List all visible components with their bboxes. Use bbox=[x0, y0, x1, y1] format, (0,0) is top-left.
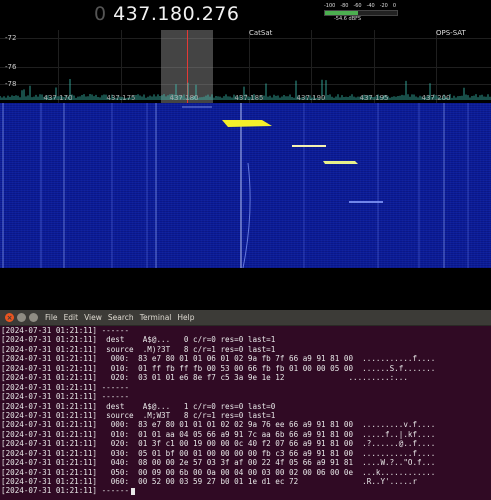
terminal-line-last: [2024-07-31 01:21:11] ------ bbox=[1, 486, 490, 495]
freq-tick-label: 437.180 bbox=[169, 94, 199, 102]
menu-file[interactable]: File bbox=[45, 313, 58, 322]
menu-edit[interactable]: Edit bbox=[64, 313, 79, 322]
terminal-line: [2024-07-31 01:21:11] 050: 00 09 00 6b 0… bbox=[1, 467, 436, 477]
spectrum-plot[interactable]: -72 -76 -78 0 437.180.276 -100 -80 -60 -… bbox=[0, 0, 491, 103]
waterfall-footer bbox=[0, 268, 491, 310]
terminal-line: [2024-07-31 01:21:11] dest A$@... 1 c/r=… bbox=[1, 401, 276, 411]
terminal-window[interactable]: × File Edit View Search Terminal Help [2… bbox=[0, 310, 491, 500]
menu-items: File Edit View Search Terminal Help bbox=[45, 313, 201, 322]
terminal-output[interactable]: [2024-07-31 01:21:11] ------ [2024-07-31… bbox=[1, 326, 490, 498]
terminal-line: [2024-07-31 01:21:11] 040: 08 00 00 2e 5… bbox=[1, 458, 436, 468]
signal-burst bbox=[323, 161, 358, 164]
signal-burst bbox=[349, 201, 383, 203]
doppler-trace bbox=[242, 162, 251, 268]
menu-terminal[interactable]: Terminal bbox=[140, 313, 172, 322]
menu-help[interactable]: Help bbox=[177, 313, 194, 322]
terminal-line: [2024-07-31 01:21:11] 060: 00 52 00 03 5… bbox=[1, 477, 418, 486]
terminal-line: [2024-07-31 01:21:11] 010: 01 ff fb ff f… bbox=[1, 363, 436, 373]
terminal-line: [2024-07-31 01:21:11] 020: 01 3f c1 00 1… bbox=[1, 439, 436, 449]
terminal-line: [2024-07-31 01:21:11] ------ bbox=[1, 392, 130, 402]
terminal-line: [2024-07-31 01:21:11] ------ bbox=[1, 382, 130, 392]
sdr-receiver-panel: -72 -76 -78 0 437.180.276 -100 -80 -60 -… bbox=[0, 0, 491, 310]
freq-tick-label: 437.170 bbox=[43, 94, 73, 102]
close-button[interactable]: × bbox=[5, 313, 14, 322]
waterfall-signals bbox=[2, 103, 469, 268]
terminal-line: [2024-07-31 01:21:11] 000: 83 e7 80 01 0… bbox=[1, 420, 436, 430]
terminal-line: [2024-07-31 01:21:11] 010: 01 01 aa 04 0… bbox=[1, 429, 436, 439]
terminal-line: [2024-07-31 01:21:11] 000: 83 e7 80 01 0… bbox=[1, 354, 436, 364]
terminal-line: [2024-07-31 01:21:11] ------ bbox=[1, 326, 130, 335]
terminal-line: [2024-07-31 01:21:11] 020: 03 01 01 e6 8… bbox=[1, 373, 408, 383]
freq-tick-label: 437.200 bbox=[421, 94, 451, 102]
signal-burst bbox=[222, 120, 272, 127]
terminal-line-text: [2024-07-31 01:21:11] ------ bbox=[1, 486, 130, 496]
terminal-cursor bbox=[131, 487, 136, 495]
terminal-line: [2024-07-31 01:21:11] dest A$@... 0 c/r=… bbox=[1, 335, 276, 345]
waterfall-display[interactable] bbox=[0, 103, 491, 268]
terminal-line: [2024-07-31 01:21:11] 030: 05 01 bf 00 0… bbox=[1, 448, 436, 458]
menu-search[interactable]: Search bbox=[108, 313, 134, 322]
freq-tick-label: 437.195 bbox=[359, 94, 389, 102]
spectrum-trace bbox=[0, 79, 491, 100]
terminal-menubar: × File Edit View Search Terminal Help bbox=[0, 310, 491, 326]
freq-tick-label: 437.190 bbox=[296, 94, 326, 102]
maximize-button[interactable] bbox=[29, 313, 38, 322]
terminal-line: [2024-07-31 01:21:11] source .M)?3T 8 c/… bbox=[1, 344, 276, 354]
terminal-line: [2024-07-31 01:21:11] source .M;W3T 8 c/… bbox=[1, 410, 276, 420]
minimize-button[interactable] bbox=[17, 313, 26, 322]
signal-burst bbox=[292, 145, 326, 147]
freq-tick-label: 437.185 bbox=[234, 94, 264, 102]
close-icon: × bbox=[6, 313, 13, 322]
freq-tick-label: 437.175 bbox=[106, 94, 136, 102]
menu-view[interactable]: View bbox=[84, 313, 102, 322]
